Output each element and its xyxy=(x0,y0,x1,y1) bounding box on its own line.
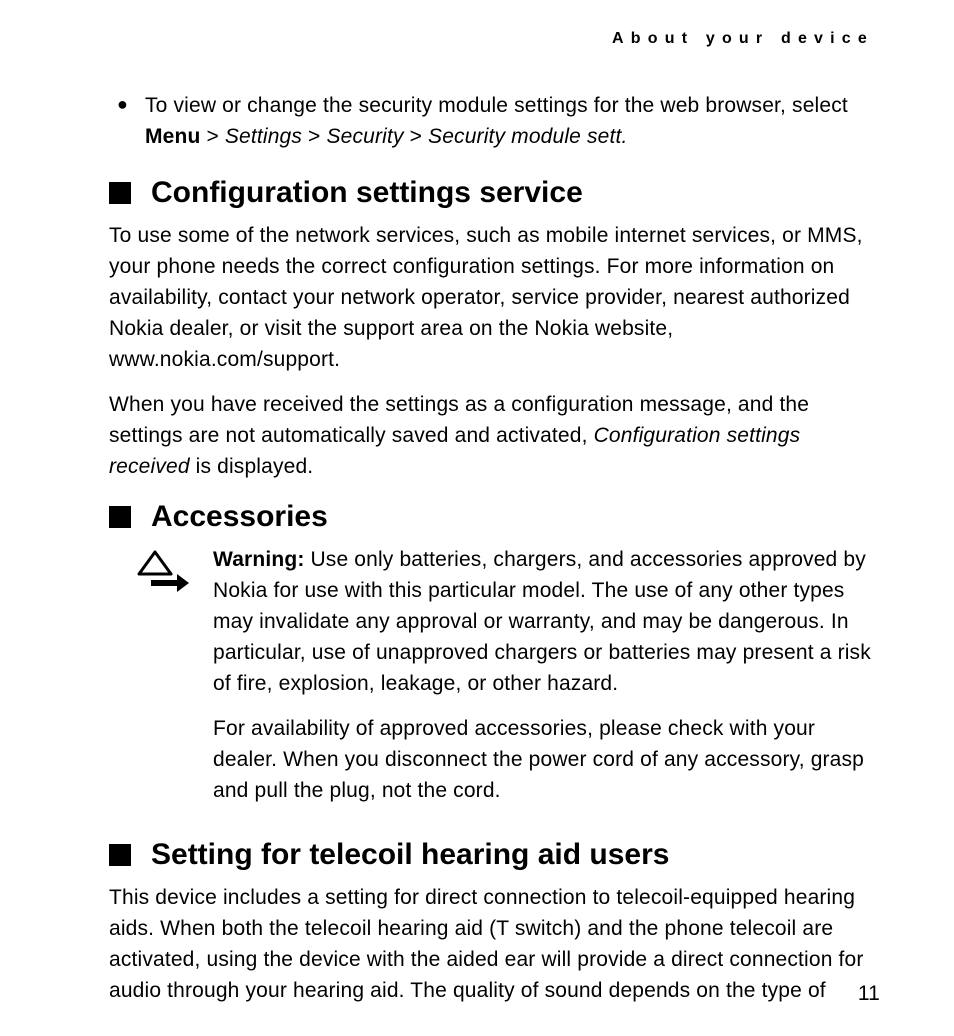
breadcrumb-sep: > xyxy=(200,125,224,148)
warning-paragraph: Warning: Use only batteries, chargers, a… xyxy=(213,544,880,699)
body-paragraph: To use some of the network services, suc… xyxy=(109,220,880,375)
text-run: is displayed. xyxy=(190,455,314,478)
bullet-pre: To view or change the security module se… xyxy=(145,94,848,117)
heading-accessories: Accessories xyxy=(109,500,880,534)
heading-text: Configuration settings service xyxy=(151,176,583,210)
breadcrumb-security-module: Security module sett. xyxy=(428,125,627,148)
breadcrumb-menu: Menu xyxy=(145,125,200,148)
warning-text-column: Warning: Use only batteries, chargers, a… xyxy=(213,544,880,820)
warning-body: Use only batteries, chargers, and access… xyxy=(213,548,871,695)
square-bullet-icon xyxy=(109,844,131,866)
heading-telecoil: Setting for telecoil hearing aid users xyxy=(109,838,880,872)
heading-text: Accessories xyxy=(151,500,328,534)
breadcrumb-sep: > xyxy=(404,125,428,148)
breadcrumb-sep: > xyxy=(302,125,326,148)
square-bullet-icon xyxy=(109,506,131,528)
warning-icon-column xyxy=(109,544,189,820)
document-page: About your device ● To view or change th… xyxy=(0,0,954,1036)
breadcrumb-settings: Settings xyxy=(225,125,302,148)
warning-block: Warning: Use only batteries, chargers, a… xyxy=(109,544,880,820)
page-number: 11 xyxy=(858,982,880,1006)
body-paragraph: When you have received the settings as a… xyxy=(109,389,880,482)
warning-arrow-icon xyxy=(137,581,189,598)
running-head: About your device xyxy=(109,30,880,48)
square-bullet-icon xyxy=(109,182,131,204)
body-paragraph: This device includes a setting for direc… xyxy=(109,882,880,1006)
breadcrumb-security: Security xyxy=(326,125,403,148)
warning-paragraph: For availability of approved accessories… xyxy=(213,713,880,806)
heading-configuration-settings-service: Configuration settings service xyxy=(109,176,880,210)
bullet-item: ● To view or change the security module … xyxy=(109,90,880,152)
heading-text: Setting for telecoil hearing aid users xyxy=(151,838,669,872)
bullet-text: To view or change the security module se… xyxy=(145,90,880,152)
warning-label: Warning: xyxy=(213,548,304,571)
bullet-marker: ● xyxy=(109,90,145,152)
